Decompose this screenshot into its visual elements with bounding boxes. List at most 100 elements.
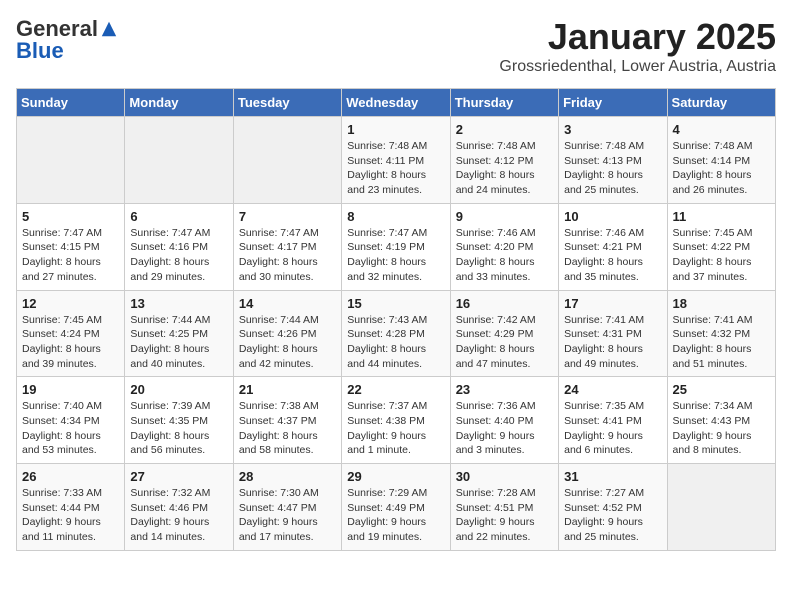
day-number: 10 bbox=[564, 209, 661, 224]
logo: General Blue bbox=[16, 16, 118, 64]
calendar-cell: 28 Sunrise: 7:30 AMSunset: 4:47 PMDayligh… bbox=[233, 464, 341, 551]
page-header: General Blue January 2025 Grossriedentha… bbox=[16, 16, 776, 76]
day-info: Sunrise: 7:45 AMSunset: 4:22 PMDaylight:… bbox=[673, 226, 770, 285]
day-info: Sunrise: 7:48 AMSunset: 4:14 PMDaylight:… bbox=[673, 139, 770, 198]
day-number: 24 bbox=[564, 382, 661, 397]
day-number: 8 bbox=[347, 209, 444, 224]
logo-blue: Blue bbox=[16, 38, 64, 63]
calendar-cell: 15Sunrise: 7:43 AMSunset: 4:28 PMDayligh… bbox=[342, 290, 450, 377]
calendar-cell: 5 Sunrise: 7:47 AMSunset: 4:15 PMDaylight… bbox=[17, 203, 125, 290]
day-number: 25 bbox=[673, 382, 770, 397]
day-info: Sunrise: 7:39 AMSunset: 4:35 PMDaylight:… bbox=[130, 399, 227, 458]
day-info: Sunrise: 7:47 AMSunset: 4:19 PMDaylight:… bbox=[347, 226, 444, 285]
calendar-cell: 1Sunrise: 7:48 AMSunset: 4:11 PMDaylight… bbox=[342, 117, 450, 204]
day-number: 31 bbox=[564, 469, 661, 484]
calendar-week-row: 5 Sunrise: 7:47 AMSunset: 4:15 PMDaylight… bbox=[17, 203, 776, 290]
day-number: 11 bbox=[673, 209, 770, 224]
day-number: 3 bbox=[564, 122, 661, 137]
weekday-header-saturday: Saturday bbox=[667, 89, 775, 117]
day-info: Sunrise: 7:46 AMSunset: 4:20 PMDaylight:… bbox=[456, 226, 553, 285]
day-number: 27 bbox=[130, 469, 227, 484]
calendar-cell: 2 Sunrise: 7:48 AMSunset: 4:12 PMDaylight… bbox=[450, 117, 558, 204]
weekday-header-thursday: Thursday bbox=[450, 89, 558, 117]
day-number: 19 bbox=[22, 382, 119, 397]
day-number: 21 bbox=[239, 382, 336, 397]
day-number: 1 bbox=[347, 122, 444, 137]
day-info: Sunrise: 7:35 AMSunset: 4:41 PMDaylight:… bbox=[564, 399, 661, 458]
weekday-header-sunday: Sunday bbox=[17, 89, 125, 117]
day-number: 7 bbox=[239, 209, 336, 224]
calendar-cell: 9Sunrise: 7:46 AMSunset: 4:20 PMDaylight… bbox=[450, 203, 558, 290]
day-info: Sunrise: 7:29 AMSunset: 4:49 PMDaylight:… bbox=[347, 486, 444, 545]
calendar-cell: 20Sunrise: 7:39 AMSunset: 4:35 PMDayligh… bbox=[125, 377, 233, 464]
day-info: Sunrise: 7:27 AMSunset: 4:52 PMDaylight:… bbox=[564, 486, 661, 545]
day-info: Sunrise: 7:36 AMSunset: 4:40 PMDaylight:… bbox=[456, 399, 553, 458]
day-info: Sunrise: 7:40 AMSunset: 4:34 PMDaylight:… bbox=[22, 399, 119, 458]
calendar-cell: 29 Sunrise: 7:29 AMSunset: 4:49 PMDayligh… bbox=[342, 464, 450, 551]
calendar-week-row: 19 Sunrise: 7:40 AMSunset: 4:34 PMDayligh… bbox=[17, 377, 776, 464]
calendar-cell: 4 Sunrise: 7:48 AMSunset: 4:14 PMDaylight… bbox=[667, 117, 775, 204]
day-info: Sunrise: 7:33 AMSunset: 4:44 PMDaylight:… bbox=[22, 486, 119, 545]
calendar-cell bbox=[233, 117, 341, 204]
day-number: 17 bbox=[564, 296, 661, 311]
day-number: 26 bbox=[22, 469, 119, 484]
calendar-cell: 23 Sunrise: 7:36 AMSunset: 4:40 PMDayligh… bbox=[450, 377, 558, 464]
calendar-cell: 6Sunrise: 7:47 AMSunset: 4:16 PMDaylight… bbox=[125, 203, 233, 290]
calendar-cell: 30 Sunrise: 7:28 AMSunset: 4:51 PMDayligh… bbox=[450, 464, 558, 551]
day-number: 22 bbox=[347, 382, 444, 397]
weekday-header-friday: Friday bbox=[559, 89, 667, 117]
day-number: 14 bbox=[239, 296, 336, 311]
day-info: Sunrise: 7:47 AMSunset: 4:15 PMDaylight:… bbox=[22, 226, 119, 285]
calendar-cell: 12Sunrise: 7:45 AMSunset: 4:24 PMDayligh… bbox=[17, 290, 125, 377]
day-number: 29 bbox=[347, 469, 444, 484]
day-number: 30 bbox=[456, 469, 553, 484]
day-info: Sunrise: 7:30 AMSunset: 4:47 PMDaylight:… bbox=[239, 486, 336, 545]
day-info: Sunrise: 7:42 AMSunset: 4:29 PMDaylight:… bbox=[456, 313, 553, 372]
day-info: Sunrise: 7:45 AMSunset: 4:24 PMDaylight:… bbox=[22, 313, 119, 372]
calendar-cell: 31 Sunrise: 7:27 AMSunset: 4:52 PMDayligh… bbox=[559, 464, 667, 551]
day-info: Sunrise: 7:47 AMSunset: 4:17 PMDaylight:… bbox=[239, 226, 336, 285]
day-number: 16 bbox=[456, 296, 553, 311]
day-number: 6 bbox=[130, 209, 227, 224]
calendar-cell bbox=[125, 117, 233, 204]
day-info: Sunrise: 7:38 AMSunset: 4:37 PMDaylight:… bbox=[239, 399, 336, 458]
day-info: Sunrise: 7:46 AMSunset: 4:21 PMDaylight:… bbox=[564, 226, 661, 285]
title-block: January 2025 Grossriedenthal, Lower Aust… bbox=[499, 16, 776, 76]
day-info: Sunrise: 7:37 AMSunset: 4:38 PMDaylight:… bbox=[347, 399, 444, 458]
day-info: Sunrise: 7:32 AMSunset: 4:46 PMDaylight:… bbox=[130, 486, 227, 545]
calendar-cell: 13 Sunrise: 7:44 AMSunset: 4:25 PMDayligh… bbox=[125, 290, 233, 377]
calendar-cell: 24 Sunrise: 7:35 AMSunset: 4:41 PMDayligh… bbox=[559, 377, 667, 464]
calendar-cell: 3Sunrise: 7:48 AMSunset: 4:13 PMDaylight… bbox=[559, 117, 667, 204]
day-number: 28 bbox=[239, 469, 336, 484]
day-number: 23 bbox=[456, 382, 553, 397]
weekday-header-tuesday: Tuesday bbox=[233, 89, 341, 117]
day-number: 4 bbox=[673, 122, 770, 137]
calendar-table: SundayMondayTuesdayWednesdayThursdayFrid… bbox=[16, 88, 776, 551]
day-info: Sunrise: 7:28 AMSunset: 4:51 PMDaylight:… bbox=[456, 486, 553, 545]
calendar-cell: 17Sunrise: 7:41 AMSunset: 4:31 PMDayligh… bbox=[559, 290, 667, 377]
day-number: 5 bbox=[22, 209, 119, 224]
day-info: Sunrise: 7:44 AMSunset: 4:25 PMDaylight:… bbox=[130, 313, 227, 372]
calendar-cell: 25Sunrise: 7:34 AMSunset: 4:43 PMDayligh… bbox=[667, 377, 775, 464]
weekday-header-row: SundayMondayTuesdayWednesdayThursdayFrid… bbox=[17, 89, 776, 117]
calendar-week-row: 26 Sunrise: 7:33 AMSunset: 4:44 PMDayligh… bbox=[17, 464, 776, 551]
day-number: 18 bbox=[673, 296, 770, 311]
calendar-cell: 22 Sunrise: 7:37 AMSunset: 4:38 PMDayligh… bbox=[342, 377, 450, 464]
month-title: January 2025 bbox=[499, 16, 776, 58]
day-number: 13 bbox=[130, 296, 227, 311]
calendar-cell: 18 Sunrise: 7:41 AMSunset: 4:32 PMDayligh… bbox=[667, 290, 775, 377]
day-info: Sunrise: 7:41 AMSunset: 4:32 PMDaylight:… bbox=[673, 313, 770, 372]
day-info: Sunrise: 7:48 AMSunset: 4:12 PMDaylight:… bbox=[456, 139, 553, 198]
calendar-cell: 27 Sunrise: 7:32 AMSunset: 4:46 PMDayligh… bbox=[125, 464, 233, 551]
calendar-week-row: 12Sunrise: 7:45 AMSunset: 4:24 PMDayligh… bbox=[17, 290, 776, 377]
location-title: Grossriedenthal, Lower Austria, Austria bbox=[499, 58, 776, 76]
weekday-header-monday: Monday bbox=[125, 89, 233, 117]
calendar-cell: 19 Sunrise: 7:40 AMSunset: 4:34 PMDayligh… bbox=[17, 377, 125, 464]
calendar-cell: 11 Sunrise: 7:45 AMSunset: 4:22 PMDayligh… bbox=[667, 203, 775, 290]
calendar-cell: 10 Sunrise: 7:46 AMSunset: 4:21 PMDayligh… bbox=[559, 203, 667, 290]
day-number: 2 bbox=[456, 122, 553, 137]
calendar-cell: 16 Sunrise: 7:42 AMSunset: 4:29 PMDayligh… bbox=[450, 290, 558, 377]
day-info: Sunrise: 7:44 AMSunset: 4:26 PMDaylight:… bbox=[239, 313, 336, 372]
calendar-cell: 14 Sunrise: 7:44 AMSunset: 4:26 PMDayligh… bbox=[233, 290, 341, 377]
calendar-cell: 8 Sunrise: 7:47 AMSunset: 4:19 PMDaylight… bbox=[342, 203, 450, 290]
